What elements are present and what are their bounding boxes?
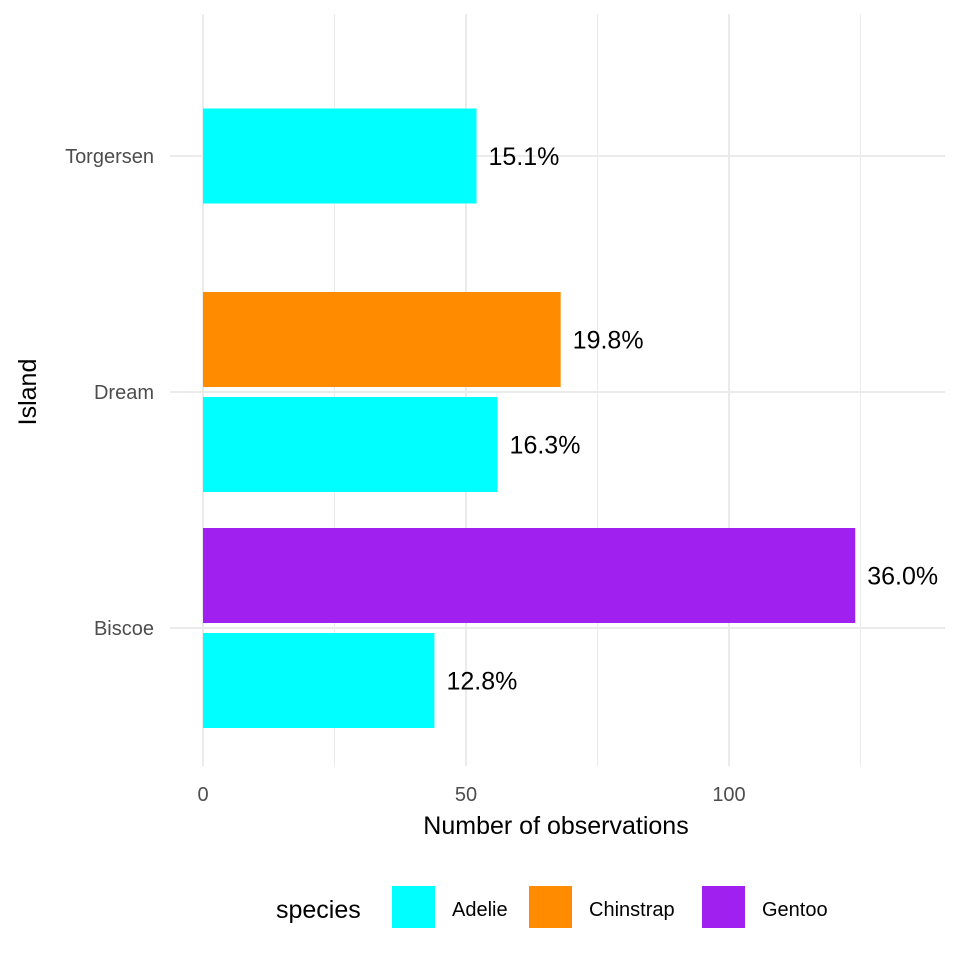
legend: species Adelie Chinstrap Gentoo <box>276 886 828 928</box>
x-tick-label: 100 <box>712 784 745 806</box>
legend-key-adelie <box>392 886 435 928</box>
y-axis-title: Island <box>14 359 42 426</box>
bar-dream-chinstrap <box>203 292 561 387</box>
bar-biscoe-gentoo <box>203 528 856 623</box>
legend-label: Gentoo <box>762 899 828 921</box>
y-axis-ticks: Biscoe Dream Torgersen <box>65 146 154 640</box>
bar-torgersen-adelie <box>203 108 477 204</box>
y-tick-label: Dream <box>94 382 154 404</box>
x-tick-label: 50 <box>455 784 477 806</box>
bar-chart: 12.8% 36.0% 16.3% 19.8% 15.1% Biscoe Dream Tor… <box>14 14 945 928</box>
legend-key-gentoo <box>702 886 745 928</box>
legend-label: Adelie <box>452 899 508 921</box>
bar-label: 16.3% <box>510 432 581 460</box>
legend-label: Chinstrap <box>589 899 675 921</box>
legend-title: species <box>276 896 361 924</box>
x-axis-ticks: 0 50 100 <box>197 784 745 806</box>
bar-biscoe-adelie <box>203 633 435 728</box>
bars <box>203 108 856 728</box>
bar-label: 36.0% <box>867 563 938 591</box>
x-axis-title: Number of observations <box>423 812 688 840</box>
legend-key-chinstrap <box>529 886 572 928</box>
y-tick-label: Torgersen <box>65 146 154 168</box>
bar-label: 12.8% <box>446 668 517 696</box>
x-tick-label: 0 <box>197 784 208 806</box>
bar-label: 15.1% <box>489 143 560 171</box>
bar-dream-adelie <box>203 397 498 492</box>
bar-label: 19.8% <box>573 327 644 355</box>
y-tick-label: Biscoe <box>94 618 154 640</box>
